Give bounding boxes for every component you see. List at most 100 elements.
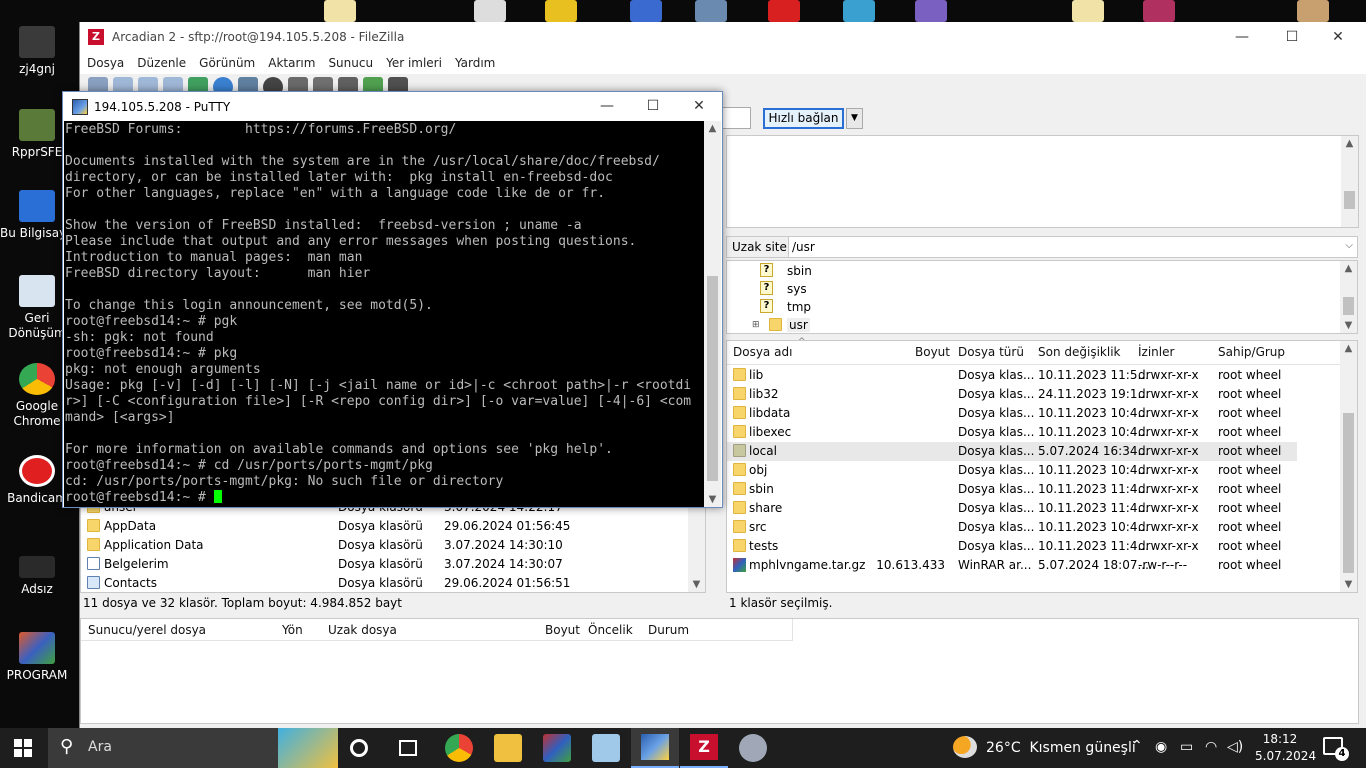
terminal-output[interactable]: FreeBSD Forums: https://forums.FreeBSD.o…	[64, 121, 705, 507]
column-header-size[interactable]: Boyut	[915, 345, 950, 359]
taskbar-search-box[interactable]: ⚲ Ara	[48, 728, 338, 768]
local-file-row[interactable]: Contacts Dosya klasörü 29.06.2024 01:56:51	[81, 574, 651, 593]
tree-item[interactable]: ? sbin	[727, 262, 1297, 281]
desktop-top-icon[interactable]	[545, 0, 577, 22]
putty-minimize-button[interactable]: —	[584, 92, 630, 121]
weather-text[interactable]: 26°C Kısmen güneşli	[986, 740, 1136, 756]
remote-site-input[interactable]: /usr ⌵	[788, 237, 1357, 257]
desktop-top-icon[interactable]	[474, 0, 506, 22]
weather-icon[interactable]	[953, 736, 977, 758]
tree-scrollbar[interactable]: ▲ ▼	[1340, 261, 1357, 333]
file-row[interactable]: local Dosya klas... 5.07.2024 16:34... drwx…	[727, 442, 1297, 461]
desktop-icon-program[interactable]: PROGRAM	[0, 632, 74, 683]
desktop-top-icon[interactable]	[695, 0, 727, 22]
clock[interactable]: 18:12 5.07.2024	[1255, 731, 1316, 765]
menu-aktarim[interactable]: Aktarım	[268, 56, 315, 70]
taskbar-winrar-icon[interactable]	[543, 734, 571, 762]
quickconnect-dropdown-icon[interactable]: ▼	[846, 108, 863, 129]
file-row[interactable]: src Dosya klas... 10.11.2023 10:4... drwxr-…	[727, 518, 1297, 537]
taskbar-filezilla-button[interactable]: Z	[680, 728, 728, 768]
column-header-type[interactable]: Dosya türü	[958, 345, 1024, 359]
wifi-icon[interactable]: ◠	[1205, 739, 1217, 755]
queue-col-remote[interactable]: Uzak dosya	[328, 623, 397, 637]
menu-gorunum[interactable]: Görünüm	[199, 56, 255, 70]
maximize-button[interactable]: ☐	[1269, 22, 1315, 52]
desktop-icon-adsiz[interactable]: Adsız	[0, 556, 74, 597]
desktop-top-icon[interactable]	[915, 0, 947, 22]
putty-maximize-button[interactable]: ☐	[630, 92, 676, 121]
menu-yer-imleri[interactable]: Yer imleri	[386, 56, 442, 70]
chevron-down-icon[interactable]: ⌵	[1345, 240, 1353, 251]
queue-col-size[interactable]: Boyut	[545, 623, 580, 637]
queue-col-priority[interactable]: Öncelik	[588, 623, 633, 637]
file-row[interactable]: libexec Dosya klas... 10.11.2023 10:4... dr…	[727, 423, 1297, 442]
file-list-scrollbar[interactable]: ▲ ▼	[1340, 341, 1357, 592]
local-file-row[interactable]: Application Data Dosya klasörü 3.07.2024 1…	[81, 536, 651, 555]
chevron-up-icon[interactable]: ▲	[1340, 263, 1357, 274]
chevron-up-icon[interactable]: ▲	[704, 123, 721, 134]
file-row[interactable]: obj Dosya klas... 10.11.2023 10:4... drwxr-…	[727, 461, 1297, 480]
column-header-owner[interactable]: Sahip/Grup	[1218, 345, 1285, 359]
menu-yardim[interactable]: Yardım	[455, 56, 495, 70]
quickconnect-button[interactable]: Hızlı bağlan	[763, 108, 844, 129]
close-button[interactable]: ✕	[1315, 22, 1361, 52]
putty-close-button[interactable]: ✕	[676, 92, 722, 121]
tree-item[interactable]: ⊞ usr	[727, 316, 1297, 335]
chevron-down-icon[interactable]: ▼	[1340, 320, 1357, 331]
file-row[interactable]: lib32 Dosya klas... 24.11.2023 19:1... drwx…	[727, 385, 1297, 404]
column-header-name[interactable]: Dosya adı	[733, 345, 792, 359]
taskbar-putty-button[interactable]	[631, 728, 679, 768]
log-scrollbar[interactable]: ▲	[1341, 136, 1358, 227]
chevron-down-icon[interactable]: ▼	[704, 494, 721, 505]
chevron-down-icon[interactable]: ▼	[688, 579, 705, 590]
taskbar-chrome-icon[interactable]	[445, 734, 473, 762]
file-row[interactable]: lib Dosya klas... 10.11.2023 11:5... drwxr-…	[727, 366, 1297, 385]
minimize-button[interactable]: —	[1219, 22, 1265, 52]
menu-sunucu[interactable]: Sunucu	[328, 56, 373, 70]
desktop-top-icon[interactable]	[1143, 0, 1175, 22]
chevron-up-icon[interactable]: ▲	[1341, 138, 1358, 149]
file-row[interactable]: mphlvngame.tar.gz 10.613.433 WinRAR ar... 5…	[727, 556, 1297, 575]
desktop-top-icon[interactable]	[1072, 0, 1104, 22]
menu-dosya[interactable]: Dosya	[87, 56, 124, 70]
local-file-row[interactable]: Belgelerim Dosya klasörü 3.07.2024 14:30:0…	[81, 555, 651, 574]
volume-icon[interactable]: ◁)	[1227, 739, 1243, 755]
chevron-down-icon[interactable]: ▼	[1340, 579, 1357, 590]
desktop-top-icon[interactable]	[324, 0, 356, 22]
desktop-top-icon[interactable]	[630, 0, 662, 22]
chevron-up-icon[interactable]: ⌃	[1131, 738, 1143, 754]
queue-col-file[interactable]: Sunucu/yerel dosya	[88, 623, 206, 637]
local-scrollbar[interactable]: ▼	[688, 506, 705, 592]
terminal-prompt-line[interactable]: root@freebsd14:~ #	[65, 490, 705, 506]
terminal-scrollbar[interactable]: ▲ ▼	[704, 121, 721, 507]
file-row[interactable]: share Dosya klas... 10.11.2023 11:4... drwx…	[727, 499, 1297, 518]
desktop-top-icon[interactable]	[843, 0, 875, 22]
queue-col-status[interactable]: Durum	[648, 623, 689, 637]
camera-icon[interactable]: ◉	[1155, 739, 1167, 755]
tree-item[interactable]: ? sys	[727, 280, 1297, 299]
taskbar-explorer-icon[interactable]	[494, 734, 522, 762]
chevron-up-icon[interactable]: ▲	[1340, 343, 1357, 354]
column-header-permissions[interactable]: İzinler	[1138, 345, 1174, 359]
file-row[interactable]: tests Dosya klas... 10.11.2023 11:4... drwx…	[727, 537, 1297, 556]
desktop-top-icon[interactable]	[768, 0, 800, 22]
file-row[interactable]: libdata Dosya klas... 10.11.2023 10:4... dr…	[727, 404, 1297, 423]
local-file-row[interactable]: AppData Dosya klasörü 29.06.2024 01:56:45	[81, 517, 651, 536]
taskbar-app-icon[interactable]	[592, 734, 620, 762]
quickconnect-port-input[interactable]	[721, 107, 751, 129]
file-row[interactable]: sbin Dosya klas... 10.11.2023 11:4... drwxr…	[727, 480, 1297, 499]
desktop-icon-zj4gnj[interactable]: zj4gnj	[0, 26, 74, 77]
column-header-modified[interactable]: Son değişiklik	[1038, 345, 1120, 359]
notification-icon[interactable]: 4	[1323, 737, 1349, 761]
tree-item[interactable]: ? tmp	[727, 298, 1297, 317]
queue-col-direction[interactable]: Yön	[282, 623, 303, 637]
task-view-icon[interactable]	[399, 740, 417, 756]
battery-icon[interactable]: ▭	[1180, 739, 1193, 755]
expand-plus-icon[interactable]: ⊞	[752, 320, 760, 330]
desktop-top-icon[interactable]	[1297, 0, 1329, 22]
taskbar-paint-icon[interactable]	[739, 734, 767, 762]
cortana-icon[interactable]	[350, 739, 368, 757]
menu-duzenle[interactable]: Düzenle	[137, 56, 186, 70]
windows-start-icon[interactable]	[14, 739, 32, 757]
filezilla-titlebar[interactable]: Z Arcadian 2 - sftp://root@194.105.5.208…	[80, 22, 1366, 52]
